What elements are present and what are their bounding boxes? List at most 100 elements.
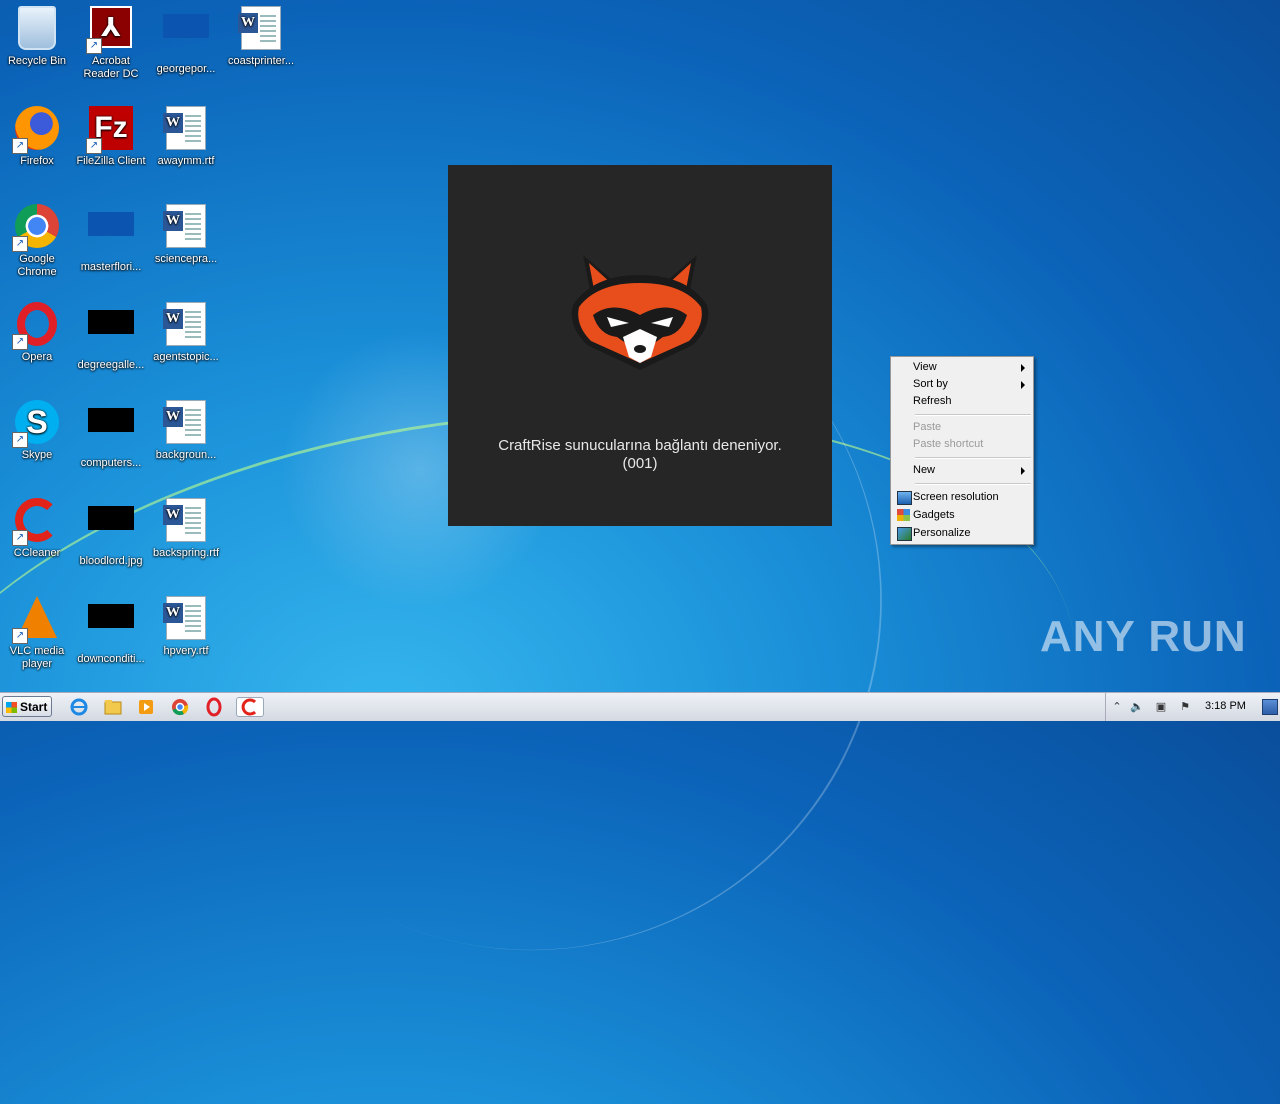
desktop-icon-acrobat[interactable]: ⅄ ↗ Acrobat Reader DC	[74, 0, 148, 81]
start-button[interactable]: Start	[2, 696, 52, 717]
word-document-icon: W	[163, 204, 206, 248]
submenu-arrow-icon	[1021, 364, 1025, 372]
menu-item-gadgets[interactable]: Gadgets	[893, 507, 1031, 524]
desktop-icon-label: agentstopic...	[153, 351, 219, 363]
desktop-icon-file[interactable]: downconditi...	[74, 590, 148, 666]
menu-item-label: Paste shortcut	[913, 438, 984, 450]
splash-status-code: (001)	[622, 455, 658, 472]
show-desktop-button[interactable]	[1262, 699, 1278, 715]
splash-status-text: CraftRise sunucularına bağlantı deneniyo…	[498, 437, 782, 454]
word-document-icon: W	[163, 302, 206, 346]
menu-item-view[interactable]: View	[893, 359, 1031, 376]
desktop-icon-rtf[interactable]: W coastprinter...	[224, 0, 298, 68]
volume-icon[interactable]: 🔈	[1130, 700, 1144, 714]
desktop-icon-rtf[interactable]: W backspring.rtf	[149, 492, 223, 560]
desktop-icon-file[interactable]: bloodlord.jpg	[74, 492, 148, 568]
desktop-icon-skype[interactable]: S ↗ Skype	[0, 394, 74, 462]
desktop-icon-vlc[interactable]: ↗ VLC media player	[0, 590, 74, 671]
desktop-icon-file[interactable]: degreegalle...	[74, 296, 148, 372]
file-thumbnail-icon	[88, 212, 134, 236]
menu-item-sort-by[interactable]: Sort by	[893, 376, 1031, 393]
internet-explorer-icon	[70, 698, 88, 716]
taskbar-internet-explorer[interactable]	[68, 697, 90, 717]
file-thumbnail-icon	[88, 604, 134, 628]
file-thumbnail-icon	[88, 310, 134, 334]
desktop-icon-file[interactable]: georgepor...	[149, 0, 223, 76]
taskbar-chrome[interactable]	[169, 697, 191, 717]
gadgets-icon	[897, 509, 910, 521]
desktop-icon-label: georgepor...	[156, 63, 216, 75]
desktop-icon-label: sciencepra...	[154, 253, 218, 265]
anyrun-watermark: ANY RUN	[1040, 612, 1247, 661]
menu-item-paste-shortcut: Paste shortcut	[893, 436, 1031, 453]
menu-item-paste: Paste	[893, 419, 1031, 436]
desktop-icon-ccleaner[interactable]: ↗ CCleaner	[0, 492, 74, 560]
desktop-icon-file[interactable]: masterflori...	[74, 198, 148, 274]
desktop-icon-rtf[interactable]: W awaymm.rtf	[149, 100, 223, 168]
desktop-icon-firefox[interactable]: ↗ Firefox	[0, 100, 74, 168]
word-document-icon: W	[163, 106, 206, 150]
desktop-icon-label: computers...	[80, 457, 142, 469]
desktop-icon-label: backspring.rtf	[152, 547, 220, 559]
desktop-icon-label: CCleaner	[13, 547, 61, 559]
menu-item-personalize[interactable]: Personalize	[893, 525, 1031, 542]
craftrise-splash-window: CraftRise sunucularına bağlantı deneniyo…	[448, 165, 832, 526]
menu-item-label: New	[913, 464, 936, 476]
menu-item-new[interactable]: New	[893, 462, 1031, 479]
system-tray: ⌃ 🔈 ▣ ⚑	[1105, 693, 1280, 721]
menu-item-label: Refresh	[913, 395, 952, 407]
desktop-icon-rtf[interactable]: W hpvery.rtf	[149, 590, 223, 658]
taskbar-file-explorer[interactable]	[102, 697, 124, 717]
desktop-icon-label: Firefox	[20, 155, 54, 167]
file-thumbnail-icon	[88, 506, 134, 530]
shortcut-arrow-icon: ↗	[12, 628, 28, 644]
word-document-icon: W	[163, 498, 206, 542]
file-thumbnail-icon	[88, 408, 134, 432]
raccoon-logo-icon	[571, 255, 709, 370]
desktop-icon-opera[interactable]: ↗ Opera	[0, 296, 74, 364]
show-hidden-icons-chevron-icon[interactable]: ⌃	[1110, 700, 1124, 714]
desktop-icon-label: Google Chrome	[17, 253, 57, 278]
menu-separator	[915, 457, 1031, 459]
start-label: Start	[20, 700, 48, 714]
desktop-icon-recycle-bin[interactable]: Recycle Bin	[0, 0, 74, 68]
word-document-icon: W	[163, 400, 206, 444]
desktop-icon-filezilla[interactable]: Fz ↗ FileZilla Client	[74, 100, 148, 168]
craftrise-c-icon	[241, 698, 257, 716]
opera-icon	[206, 697, 222, 717]
recycle-bin-icon	[18, 6, 56, 50]
taskbar-media-player[interactable]	[135, 697, 157, 717]
monitor-icon	[897, 491, 912, 505]
desktop-icon-label: backgroun...	[155, 449, 217, 461]
desktop-icon-label: Skype	[21, 449, 53, 461]
taskbar-craftrise[interactable]	[236, 697, 264, 717]
network-icon[interactable]: ▣	[1154, 700, 1168, 714]
file-thumbnail-icon	[163, 14, 209, 38]
desktop-icon-file[interactable]: computers...	[74, 394, 148, 470]
taskbar-opera[interactable]	[203, 697, 225, 717]
shortcut-arrow-icon: ↗	[86, 38, 102, 54]
action-center-flag-icon[interactable]: ⚑	[1178, 700, 1192, 714]
word-document-icon: W	[163, 596, 206, 640]
desktop-icon-rtf[interactable]: W agentstopic...	[149, 296, 223, 364]
chrome-icon	[172, 699, 189, 716]
shortcut-arrow-icon: ↗	[12, 432, 28, 448]
desktop-icon-label: downconditi...	[77, 653, 145, 665]
shortcut-arrow-icon: ↗	[12, 138, 28, 154]
menu-item-refresh[interactable]: Refresh	[893, 393, 1031, 410]
taskbar-clock[interactable]: 3:18 PM	[1205, 700, 1246, 712]
taskbar: Start ⌃ 🔈 ▣ ⚑ 3:18 PM	[0, 692, 1280, 721]
desktop-context-menu: View Sort by Refresh Paste Paste shortcu…	[890, 356, 1034, 545]
desktop-icon-rtf[interactable]: W sciencepra...	[149, 198, 223, 266]
desktop-icon-label: Opera	[21, 351, 53, 363]
media-player-icon	[139, 700, 153, 714]
menu-separator	[915, 483, 1031, 485]
menu-item-label: Paste	[913, 421, 942, 433]
desktop-icon-rtf[interactable]: W backgroun...	[149, 394, 223, 462]
shortcut-arrow-icon: ↗	[12, 236, 28, 252]
menu-item-label: View	[913, 361, 937, 373]
desktop-icon-label: Acrobat Reader DC	[83, 55, 139, 80]
desktop-icon-google-chrome[interactable]: ↗ Google Chrome	[0, 198, 74, 279]
menu-item-screen-resolution[interactable]: Screen resolution	[893, 489, 1031, 506]
desktop-icon-label: coastprinter...	[227, 55, 295, 67]
